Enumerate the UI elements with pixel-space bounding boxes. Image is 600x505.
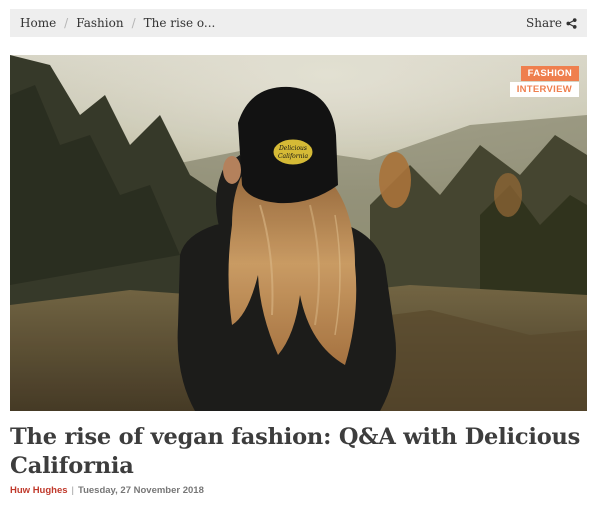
article-byline: Huw Hughes | Tuesday, 27 November 2018 <box>10 485 204 496</box>
breadcrumb-fashion[interactable]: Fashion <box>76 16 123 30</box>
share-button[interactable]: Share <box>526 16 577 30</box>
category-tag-fashion[interactable]: FASHION <box>520 66 579 81</box>
article-title: The rise of vegan fashion: Q&A with Deli… <box>10 424 581 479</box>
share-label: Share <box>526 16 562 30</box>
breadcrumb-trail: Home / Fashion / The rise o... <box>20 16 215 30</box>
breadcrumb-current: The rise o... <box>143 16 216 30</box>
breadcrumb-separator: / <box>64 16 69 30</box>
share-icon <box>566 17 577 29</box>
publish-date: Tuesday, 27 November 2018 <box>78 485 204 496</box>
breadcrumb: Home / Fashion / The rise o... Share <box>10 9 587 37</box>
byline-separator: | <box>71 485 74 496</box>
breadcrumb-home[interactable]: Home <box>20 16 56 30</box>
category-tag-interview[interactable]: INTERVIEW <box>509 82 579 97</box>
author-link[interactable]: Huw Hughes <box>10 485 68 496</box>
hero-photo: Delicious California <box>10 55 587 411</box>
hero-image: Delicious California FASHION INTERVIEW <box>10 55 587 411</box>
breadcrumb-separator: / <box>131 16 136 30</box>
